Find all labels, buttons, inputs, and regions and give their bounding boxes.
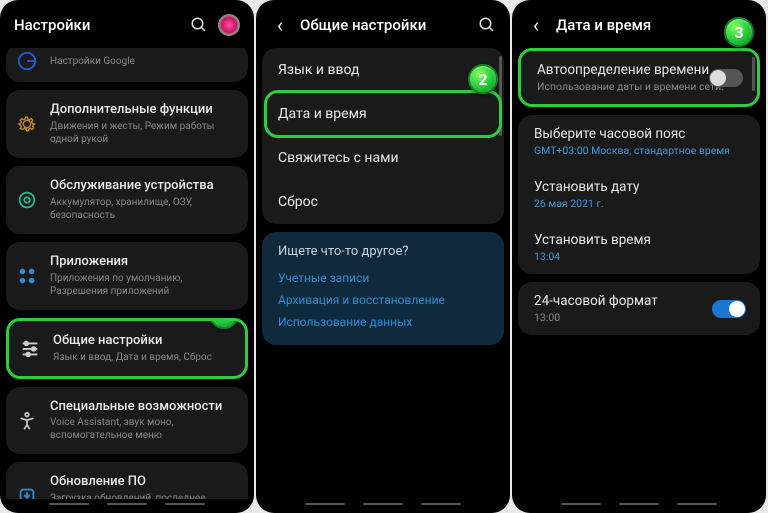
item-sub: GMT+03:00 Москва, стандартное время	[534, 144, 744, 157]
link-data-usage[interactable]: Использование данных	[278, 311, 488, 333]
page-title: Дата и время	[556, 16, 712, 34]
accessibility-icon	[16, 410, 38, 432]
item-sub: Настройки Google	[50, 55, 238, 68]
looking-for-card: Ищете что-то другое? Учетные записи Архи…	[262, 232, 504, 345]
item-timezone[interactable]: Выберите часовой пояс GMT+03:00 Москва, …	[518, 115, 760, 168]
settings-item-general[interactable]: Общие настройки Язык и ввод, Дата и врем…	[9, 321, 245, 376]
update-icon	[16, 485, 38, 499]
item-sub: Движения и жесты, Режим работы одной рук…	[50, 120, 238, 146]
header: ‹ Дата и время 3	[512, 0, 766, 48]
toggle-autotime[interactable]	[709, 69, 743, 87]
settings-item-device-maintenance[interactable]: Обслуживание устройства Аккумулятор, хра…	[6, 166, 248, 234]
link-backup-restore[interactable]: Архивация и восстановление	[278, 289, 488, 311]
step-badge-3: 3	[724, 17, 754, 47]
item-set-time[interactable]: Установить время 13:04	[518, 221, 760, 274]
search-icon[interactable]	[478, 16, 496, 34]
header: Настройки	[0, 0, 254, 48]
settings-item-google[interactable]: Настройки Google	[6, 48, 248, 82]
item-reset[interactable]: Сброс	[262, 180, 504, 224]
page-title: Настройки	[14, 16, 180, 34]
item-set-date[interactable]: Установить дату 26 мая 2021 г.	[518, 168, 760, 221]
item-title: Выберите часовой пояс	[534, 126, 744, 142]
item-title: Установить время	[534, 232, 744, 248]
item-title: Обслуживание устройства	[50, 178, 238, 195]
looking-for-title: Ищете что-то другое?	[278, 244, 488, 259]
link-accounts[interactable]: Учетные записи	[278, 267, 488, 289]
phone-general-settings: ‹ Общие настройки Язык и ввод 2 Дата и в…	[256, 0, 510, 513]
general-settings-list[interactable]: Язык и ввод 2 Дата и время Свяжитесь с н…	[256, 48, 510, 499]
maintenance-icon	[16, 189, 38, 211]
item-sub: Загрузка обновлений, последнее обновлени…	[50, 492, 238, 499]
back-icon[interactable]: ‹	[526, 13, 546, 37]
settings-item-apps[interactable]: Приложения Приложения по умолчанию, Разр…	[6, 242, 248, 310]
item-sub: Приложения по умолчанию, Разрешения прил…	[50, 272, 238, 298]
settings-list[interactable]: Настройки Google Дополнительные функции …	[0, 48, 254, 499]
settings-item-accessibility[interactable]: Специальные возможности Voice Assistant,…	[6, 387, 248, 455]
item-sub: Язык и ввод, Дата и время, Сброс	[53, 351, 235, 364]
item-language-input[interactable]: Язык и ввод	[262, 48, 504, 92]
phone-date-time: ‹ Дата и время 3 Автоопределение времени…	[512, 0, 766, 513]
item-autodetect-time[interactable]: Автоопределение времени Использование да…	[521, 51, 757, 104]
nav-bar[interactable]	[512, 499, 766, 513]
item-24h-format[interactable]: 24-часовой формат 13:00	[518, 282, 760, 335]
autotime-highlighted: Автоопределение времени Использование да…	[518, 48, 760, 107]
item-title: Приложения	[50, 254, 238, 271]
item-date-time[interactable]: Дата и время	[262, 92, 504, 136]
header: ‹ Общие настройки	[256, 0, 510, 48]
item-title: Установить дату	[534, 179, 744, 195]
item-title: Обновление ПО	[50, 474, 238, 491]
settings-item-general-highlighted: 1 Общие настройки Язык и ввод, Дата и вр…	[6, 318, 248, 379]
item-sub: 13:04	[534, 250, 744, 263]
item-title: Общие настройки	[53, 333, 235, 350]
step-badge-2: 2	[468, 64, 498, 94]
avatar[interactable]	[218, 14, 240, 36]
toggle-24h-format[interactable]	[712, 300, 746, 318]
back-icon[interactable]: ‹	[270, 13, 290, 37]
item-title: Специальные возможности	[50, 399, 238, 416]
nav-bar[interactable]	[256, 499, 510, 513]
settings-item-software-update[interactable]: Обновление ПО Загрузка обновлений, после…	[6, 462, 248, 499]
item-title: Дополнительные функции	[50, 102, 238, 119]
item-sub: Voice Assistant, звук моно, вспомогатель…	[50, 416, 238, 442]
page-title: Общие настройки	[300, 16, 468, 34]
settings-item-additional-functions[interactable]: Дополнительные функции Движения и жесты,…	[6, 90, 248, 158]
item-sub: 26 мая 2021 г.	[534, 197, 744, 210]
google-icon	[16, 50, 38, 72]
nav-bar[interactable]	[0, 499, 254, 513]
gear-icon	[16, 113, 38, 135]
item-sub: Аккумулятор, хранилище, ОЗУ, безопасност…	[50, 196, 238, 222]
apps-icon	[16, 265, 38, 287]
sliders-icon	[19, 337, 41, 359]
date-time-list[interactable]: Автоопределение времени Использование да…	[512, 48, 766, 499]
search-icon[interactable]	[190, 16, 208, 34]
item-contact-us[interactable]: Свяжитесь с нами	[262, 136, 504, 180]
phone-settings: Настройки Настройки Google Допо	[0, 0, 254, 513]
